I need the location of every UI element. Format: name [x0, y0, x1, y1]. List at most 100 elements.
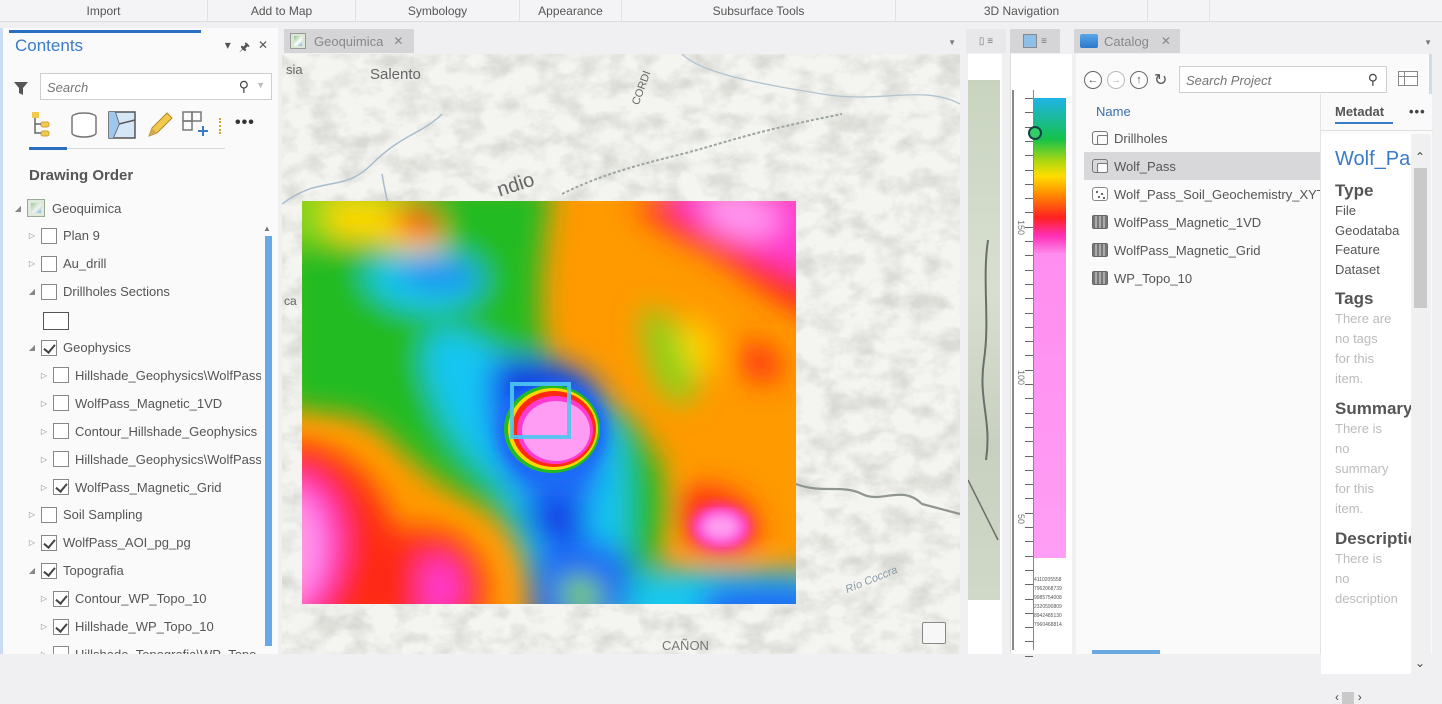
search-options-dropdown-icon[interactable]: ▼ [256, 80, 265, 90]
visibility-checkbox[interactable] [53, 479, 69, 495]
visibility-checkbox[interactable] [41, 506, 57, 523]
metadata-horizontal-scroll[interactable]: ‹ › [1335, 690, 1362, 704]
visibility-checkbox[interactable] [53, 451, 69, 468]
layer-node[interactable]: ▷ Soil Sampling [27, 505, 143, 525]
visibility-checkbox[interactable] [53, 590, 69, 607]
scroll-right-icon[interactable]: › [1358, 690, 1362, 704]
catalog-item[interactable]: WP_Topo_10 [1084, 264, 1320, 292]
expand-arrow-icon[interactable]: ▷ [39, 427, 49, 436]
list-by-snapping-icon[interactable] [181, 110, 211, 140]
contents-search[interactable]: ⚲ ▼ [40, 73, 272, 100]
scroll-thumb[interactable] [1414, 168, 1427, 308]
tab-metadata[interactable]: Metadat [1335, 104, 1384, 119]
visibility-checkbox[interactable] [41, 534, 57, 551]
visibility-checkbox[interactable] [41, 339, 57, 356]
layer-node[interactable]: ◢ Topografia [27, 561, 124, 581]
up-button[interactable]: ↑ [1130, 71, 1148, 89]
expand-arrow-icon[interactable]: ▷ [39, 371, 49, 380]
auto-hide-pin-icon[interactable]: 🖈 [239, 38, 250, 59]
project-search-input[interactable] [1186, 71, 1366, 89]
catalog-item[interactable]: Drillholes [1084, 124, 1320, 152]
project-search[interactable]: ⚲ [1179, 66, 1387, 93]
pane-options-icon[interactable]: ▾ [225, 38, 231, 59]
collapse-arrow-icon[interactable]: ◢ [27, 343, 37, 352]
layer-node[interactable]: ▷ Hillshade_Geophysics\WolfPass [39, 449, 261, 469]
visibility-checkbox[interactable] [53, 395, 69, 412]
layer-node[interactable]: ▷ WolfPass_Magnetic_Grid [39, 477, 221, 497]
layer-node[interactable]: ▷ Au_drill [27, 254, 106, 274]
close-icon[interactable]: ✕ [258, 38, 268, 59]
expand-arrow-icon[interactable]: ▷ [39, 483, 49, 492]
expand-arrow-icon[interactable]: ▷ [39, 650, 49, 654]
tab-list-dropdown-icon[interactable]: ▼ [1424, 38, 1432, 47]
tab-menu-icon[interactable]: ≡ [987, 36, 993, 47]
visibility-checkbox[interactable] [41, 227, 57, 244]
layer-node[interactable]: ▷ Contour_Hillshade_Geophysics [39, 421, 257, 441]
tab-section-view[interactable]: ≡ [1010, 29, 1060, 53]
catalog-item[interactable]: WolfPass_Magnetic_Grid [1084, 236, 1320, 264]
visibility-checkbox[interactable] [41, 283, 57, 300]
layer-node[interactable]: ▷ Contour_WP_Topo_10 [39, 589, 207, 609]
visibility-checkbox[interactable] [53, 618, 69, 635]
metadata-scrollbar[interactable]: ⌃ ⌄ [1411, 134, 1431, 674]
scroll-down-icon[interactable]: ⌄ [1415, 656, 1425, 670]
visibility-checkbox[interactable] [41, 562, 57, 579]
tab-menu-icon[interactable]: ≡ [1041, 36, 1047, 47]
layer-node[interactable]: ▷ Hillshade_WP_Topo_10 [39, 617, 214, 637]
collapse-arrow-icon[interactable]: ◢ [13, 204, 23, 213]
details-panel-toggle-icon[interactable] [1398, 71, 1418, 86]
list-by-source-icon[interactable] [69, 110, 99, 140]
map-node[interactable]: ◢ Geoquimica [13, 198, 121, 218]
scroll-thumb[interactable] [265, 236, 272, 646]
expand-arrow-icon[interactable]: ▷ [39, 622, 49, 631]
tab-catalog[interactable]: Catalog ✕ [1074, 29, 1180, 53]
scroll-up-icon[interactable]: ⌃ [1415, 150, 1425, 164]
search-icon[interactable]: ⚲ [239, 78, 249, 95]
more-options-icon[interactable]: ••• [1409, 104, 1426, 119]
scroll-thumb[interactable] [1342, 691, 1355, 704]
scroll-up-icon[interactable]: ▲ [263, 224, 271, 233]
tab-geoquimica[interactable]: Geoquimica ✕ [284, 29, 414, 53]
expand-arrow-icon[interactable]: ▷ [39, 455, 49, 464]
collapse-arrow-icon[interactable]: ◢ [27, 287, 37, 296]
layer-node[interactable]: ▷ WolfPass_Magnetic_1VD [39, 393, 222, 413]
search-icon[interactable]: ⚲ [1368, 71, 1378, 88]
close-tab-icon[interactable]: ✕ [393, 34, 403, 48]
contents-scrollbar[interactable]: ▲ [263, 224, 273, 654]
list-by-drawing-order-icon[interactable] [29, 110, 59, 140]
catalog-item[interactable]: WolfPass_Magnetic_1VD [1084, 208, 1320, 236]
list-by-selection-icon[interactable] [107, 110, 137, 140]
expand-arrow-icon[interactable]: ▷ [27, 538, 37, 547]
visibility-checkbox[interactable] [53, 367, 69, 384]
layer-node[interactable]: ▷ WolfPass_AOI_pg_pg [27, 533, 191, 553]
tab-scene-view[interactable]: ▯ ≡ [966, 29, 1006, 53]
list-by-editing-icon[interactable] [145, 110, 175, 140]
catalog-item[interactable]: Wolf_Pass_Soil_Geochemistry_XYTable [1084, 180, 1320, 208]
map-view[interactable]: sia Salento CORDI ndio ca CAÑON Río Cocc… [282, 54, 960, 654]
visibility-checkbox[interactable] [41, 255, 57, 272]
catalog-item[interactable]: Wolf_Pass [1084, 152, 1320, 180]
layer-node[interactable]: ▷ Hillshade_Geophysics\WolfPass [39, 365, 261, 385]
tab-list-dropdown-icon[interactable]: ▼ [948, 38, 956, 47]
layer-node[interactable]: ◢ Drillholes Sections [27, 282, 170, 302]
layer-node[interactable]: ◢ Geophysics [27, 338, 131, 358]
visibility-checkbox[interactable] [53, 646, 69, 654]
filter-icon[interactable] [13, 80, 29, 96]
contents-search-input[interactable] [47, 78, 227, 96]
name-column-header[interactable]: Name [1096, 104, 1131, 119]
more-options-icon[interactable]: ••• [235, 114, 255, 132]
legend-icon[interactable] [922, 622, 946, 644]
expand-arrow-icon[interactable]: ▷ [27, 510, 37, 519]
catalog-horizontal-scrollbar[interactable] [1084, 648, 1312, 654]
back-button[interactable]: ← [1084, 71, 1102, 89]
scroll-left-icon[interactable]: ‹ [1335, 690, 1339, 704]
visibility-checkbox[interactable] [53, 423, 69, 440]
expand-arrow-icon[interactable]: ▷ [39, 594, 49, 603]
refresh-icon[interactable]: ↻ [1154, 70, 1167, 90]
close-tab-icon[interactable]: ✕ [1161, 34, 1171, 48]
expand-arrow-icon[interactable]: ▷ [27, 231, 37, 240]
layer-node[interactable]: ▷ Hillshade_Topografia\WP_Topo [39, 644, 256, 654]
collapse-arrow-icon[interactable]: ◢ [27, 566, 37, 575]
scroll-thumb[interactable] [1092, 650, 1160, 654]
expand-arrow-icon[interactable]: ▷ [39, 399, 49, 408]
